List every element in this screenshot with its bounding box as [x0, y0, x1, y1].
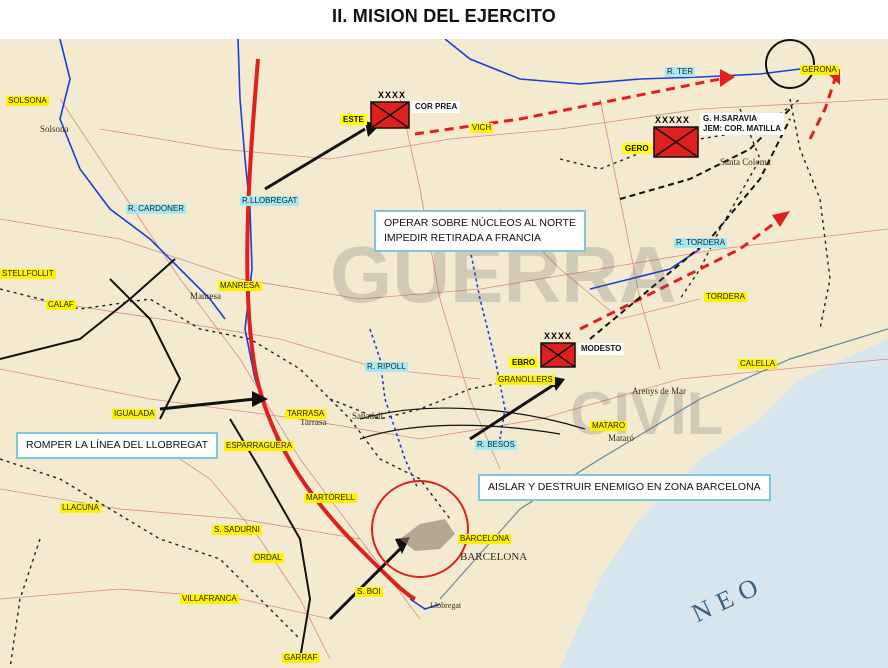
- river-label-besos: R. BESOS: [475, 440, 517, 450]
- town-tordera: TORDERA: [704, 292, 747, 302]
- place-llobregat-mouth: Llobregat: [430, 601, 462, 610]
- unit-echelon-gero: XXXXX: [655, 115, 691, 125]
- town-manresa: MANRESA: [218, 281, 262, 291]
- unit-commander-gero-line1: G. H.SARAVIA: [703, 114, 758, 123]
- callout-northern-line2: IMPEDIR RETIRADA A FRANCIA: [384, 232, 541, 244]
- town-calaf: CALAF: [46, 300, 76, 310]
- town-igualada: IGUALADA: [112, 409, 157, 419]
- place-barcelona: BARCELONA: [460, 551, 528, 563]
- town-calella: CALELLA: [738, 359, 778, 369]
- river-label-cardoner: R. CARDONER: [126, 204, 187, 214]
- unit-symbol-gero: [653, 126, 699, 158]
- river-label-tordera: R. TORDERA: [674, 238, 728, 248]
- town-martorell: MARTORELL: [304, 493, 357, 503]
- unit-symbol-ebro: [540, 342, 576, 368]
- town-stellfollit: STELLFOLLIT: [0, 269, 56, 279]
- unit-echelon-ebro: XXXX: [544, 331, 573, 341]
- place-sabadell: Sabadell: [352, 411, 383, 421]
- town-garraf: GARRAF: [282, 653, 320, 663]
- town-s-boi: S. BOI: [355, 587, 383, 597]
- town-gerona: GERONA: [800, 65, 839, 75]
- unit-commander-ebro: MODESTO: [578, 343, 625, 355]
- town-s-sadurni: S. SADURNI: [212, 525, 262, 535]
- unit-tag-ebro: EBRO: [509, 357, 539, 368]
- unit-commander-este: COR PREA: [412, 101, 461, 113]
- river-label-llobregat: R.LLOBREGAT: [240, 196, 300, 206]
- place-manresa: Manresa: [190, 291, 221, 301]
- unit-symbol-este: [370, 101, 410, 129]
- town-vich: VICH: [470, 123, 494, 133]
- callout-northern-line1: OPERAR SOBRE NÚCLEOS AL NORTE: [384, 217, 576, 229]
- callout-northern: OPERAR SOBRE NÚCLEOS AL NORTE IMPEDIR RE…: [374, 210, 586, 252]
- place-solsona: Solsona: [40, 124, 69, 134]
- town-villafranca: VILLAFRANCA: [180, 594, 239, 604]
- unit-commander-gero-line2: JEM: COR. MATILLA: [703, 124, 782, 133]
- unit-tag-gero: GERO: [622, 143, 652, 154]
- unit-tag-este: ESTE: [340, 114, 367, 125]
- river-label-ripoll: R. RIPOLL: [365, 362, 408, 372]
- unit-echelon-este: XXXX: [378, 90, 407, 100]
- place-mataro: Mataró: [608, 433, 634, 443]
- town-solsona: SOLSONA: [6, 96, 49, 106]
- town-mataro: MATARO: [590, 421, 628, 431]
- map-area[interactable]: GUERRA CIVIL NEO Solsona Manresa Tarrasa…: [0, 39, 888, 668]
- river-label-ter: R. TER: [665, 67, 696, 77]
- place-santa-coloma: Santa Coloma: [720, 157, 771, 167]
- town-granollers: GRANOLLERS: [496, 375, 555, 385]
- town-esparraguera: ESPARRAGUERA: [224, 441, 295, 451]
- page-title: II. MISION DEL EJERCITO: [332, 6, 556, 26]
- town-ordal: ORDAL: [252, 553, 284, 563]
- unit-commander-gero: G. H.SARAVIA JEM: COR. MATILLA: [700, 113, 785, 135]
- town-tarrasa: TARRASA: [285, 409, 327, 419]
- callout-barcelona: AISLAR Y DESTRUIR ENEMIGO EN ZONA BARCEL…: [478, 474, 771, 501]
- town-barcelona: BARCELONA: [458, 534, 512, 544]
- town-llacuna: LLACUNA: [60, 503, 101, 513]
- place-arenys: Arenys de Mar: [632, 386, 686, 396]
- callout-llobregat: ROMPER LA LÍNEA DEL LLOBREGAT: [16, 432, 219, 459]
